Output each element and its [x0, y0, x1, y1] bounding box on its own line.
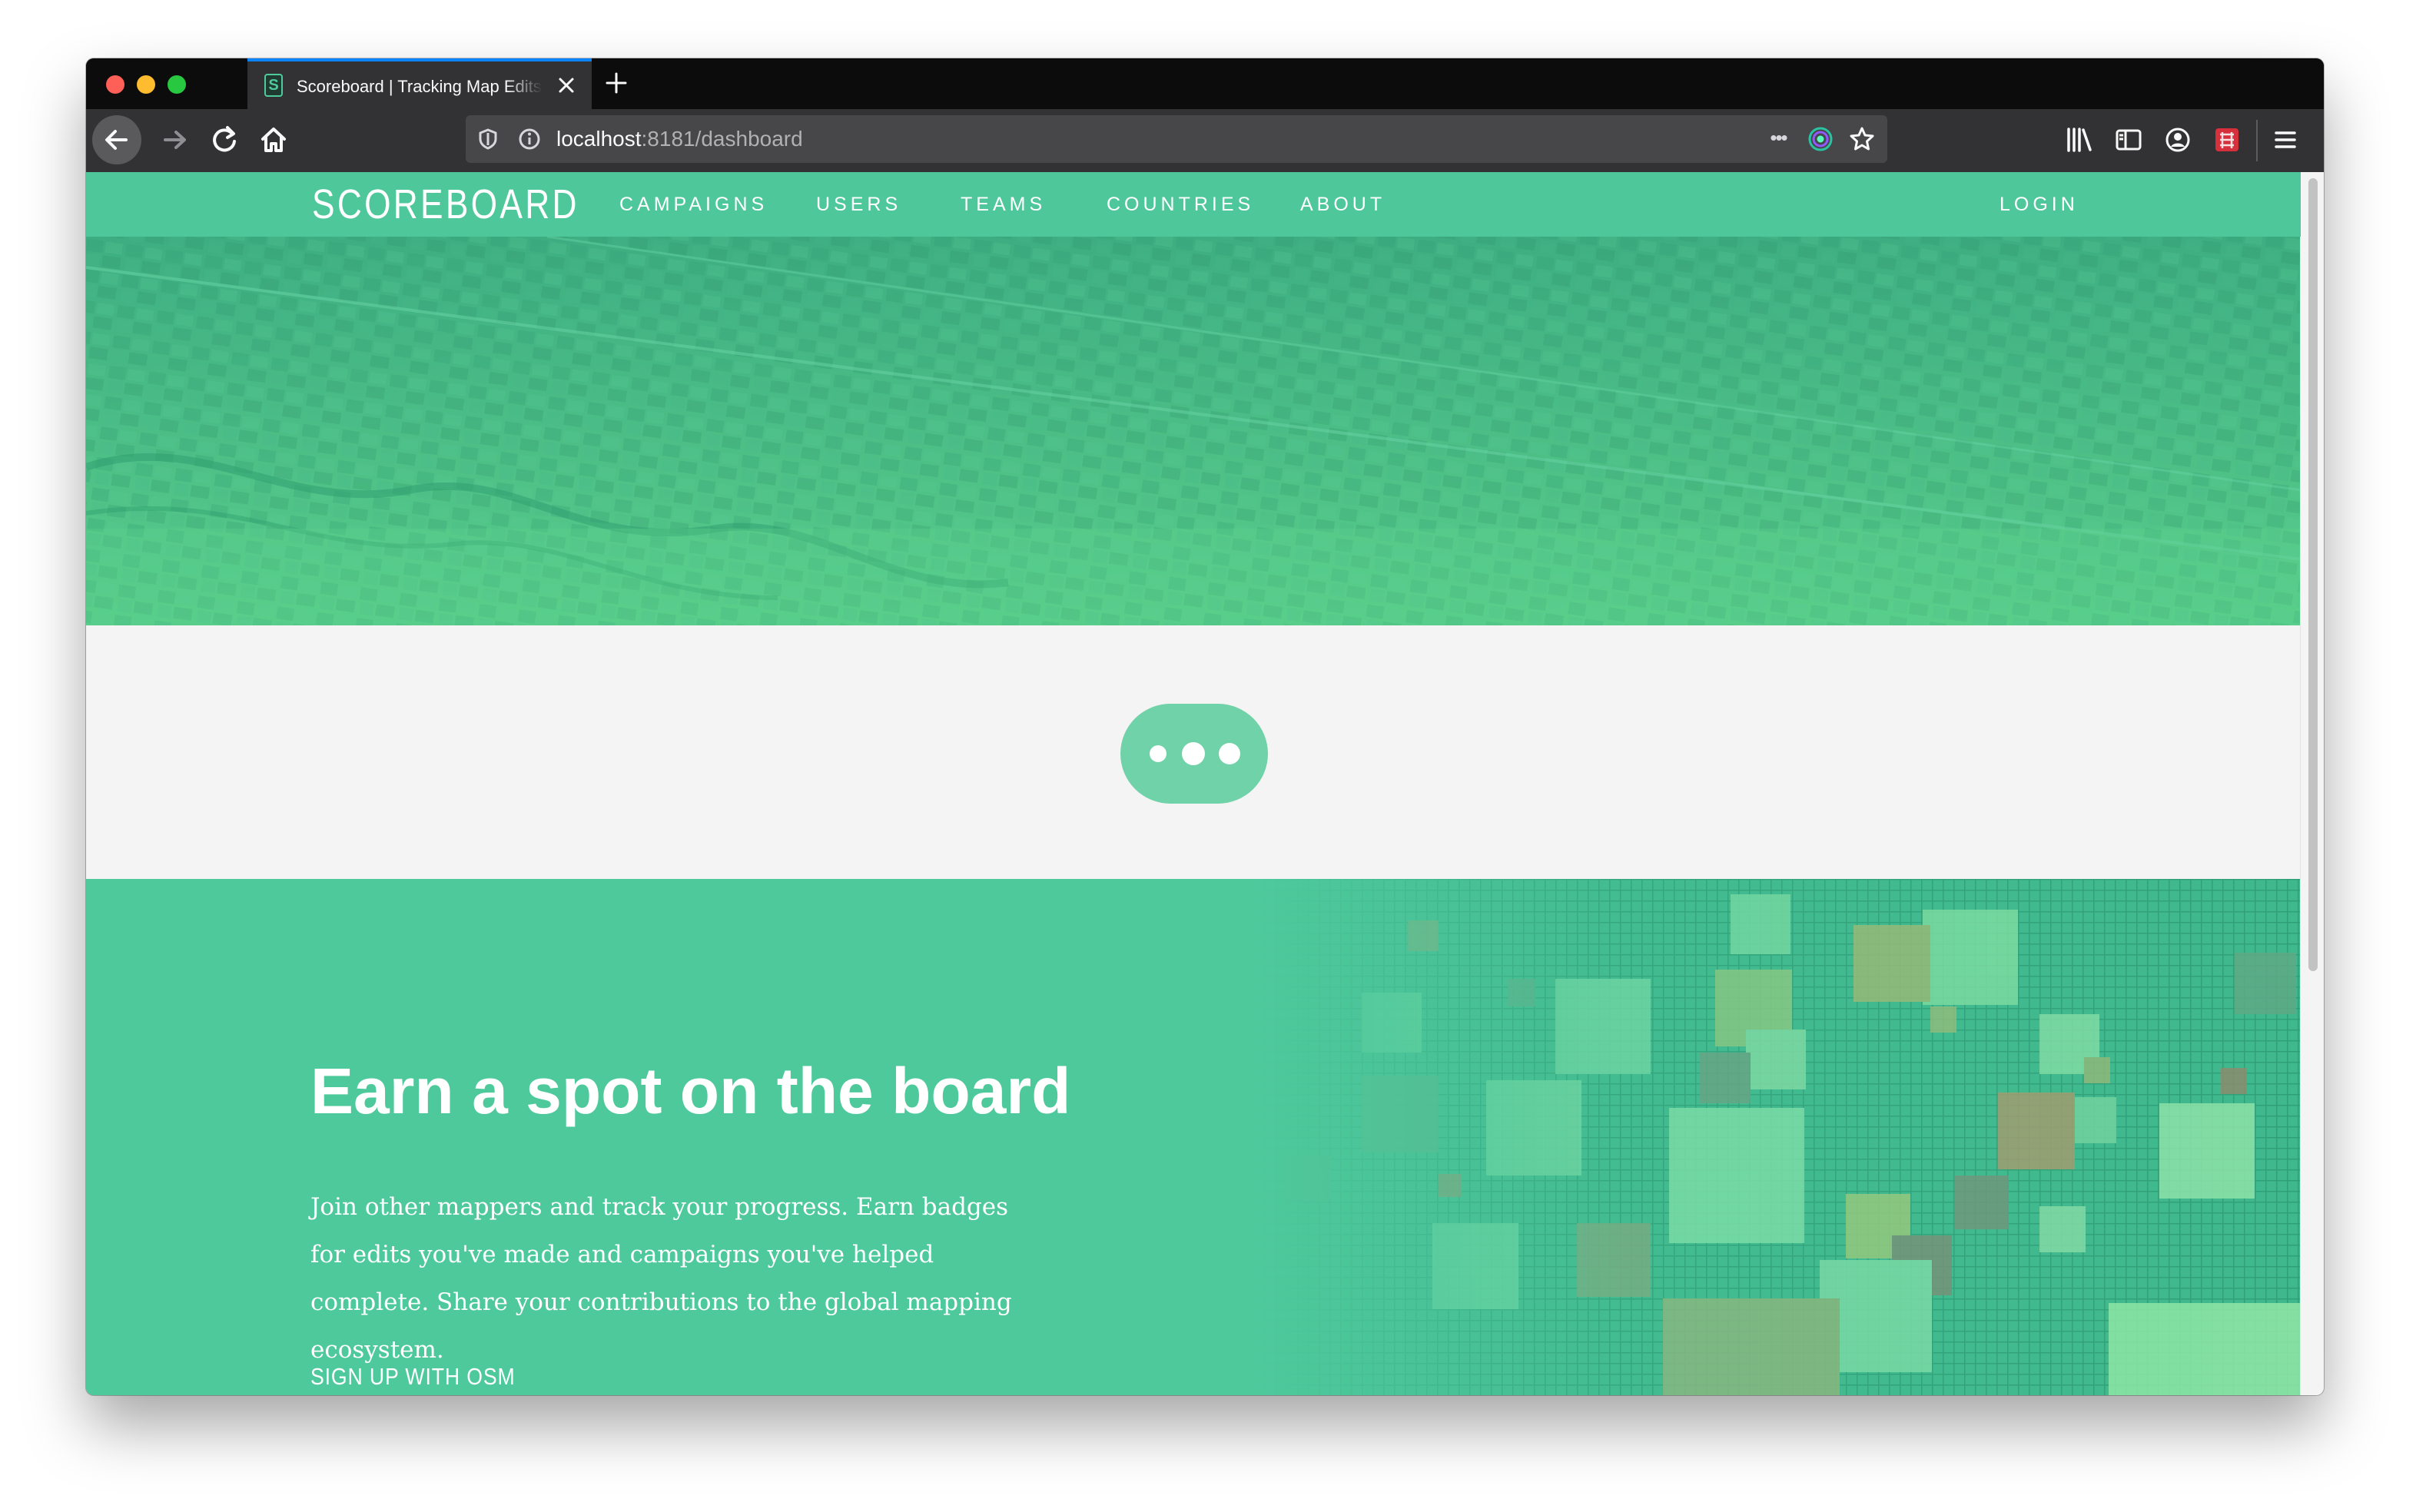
nav-teams[interactable]: TEAMS — [961, 191, 1046, 218]
signup-osm-link[interactable]: SIGN UP WITH OSM — [310, 1361, 516, 1392]
close-tab-icon[interactable] — [553, 72, 579, 98]
url-path: :8181/dashboard — [641, 127, 803, 151]
home-icon[interactable] — [251, 117, 297, 163]
nav-about[interactable]: ABOUT — [1300, 191, 1386, 218]
menu-icon[interactable] — [2268, 123, 2302, 157]
forward-arrow-icon[interactable] — [152, 117, 198, 163]
page-scrollbar[interactable] — [2300, 172, 2324, 1395]
account-icon[interactable] — [2161, 123, 2195, 157]
bookmark-star-icon[interactable] — [1847, 124, 1877, 154]
promo-body: Join other mappers and track your progre… — [310, 1193, 1012, 1364]
tab-title: Scoreboard | Tracking Map Edits — [297, 77, 542, 96]
nav-users[interactable]: USERS — [816, 191, 901, 218]
toolbar-separator — [2256, 120, 2258, 161]
browser-window: S Scoreboard | Tracking Map Edits localh… — [86, 58, 2324, 1395]
nav-campaigns[interactable]: CAMPAIGNS — [619, 191, 768, 218]
shield-icon[interactable] — [475, 126, 501, 152]
library-icon[interactable] — [2063, 123, 2096, 157]
scoreboard-favicon-icon: S — [264, 74, 283, 97]
tab-scoreboard[interactable]: S Scoreboard | Tracking Map Edits — [247, 58, 592, 109]
nav-countries[interactable]: COUNTRIES — [1107, 191, 1254, 218]
login-link[interactable]: LOGIN — [2000, 191, 2079, 218]
window-minimize-button[interactable] — [137, 75, 155, 94]
navigation-toolbar: localhost:8181/dashboard ••• — [86, 109, 2324, 172]
tab-strip: S Scoreboard | Tracking Map Edits — [86, 58, 2324, 109]
hero-satellite-banner — [86, 237, 2301, 625]
loading-section — [86, 625, 2301, 879]
tracking-icon[interactable] — [1806, 124, 1835, 154]
url-bar[interactable]: localhost:8181/dashboard ••• — [466, 115, 1887, 163]
window-maximize-button[interactable] — [168, 75, 186, 94]
info-icon[interactable] — [516, 126, 543, 152]
promo-heading: Earn a spot on the board — [310, 1055, 1071, 1127]
site-header: SCOREBOARD CAMPAIGNS USERS TEAMS COUNTRI… — [86, 172, 2301, 237]
scrollbar-thumb[interactable] — [2308, 178, 2318, 971]
brand-logo[interactable]: SCOREBOARD — [312, 180, 579, 229]
reload-icon[interactable] — [201, 117, 247, 163]
url-text[interactable]: localhost:8181/dashboard — [556, 126, 803, 152]
sidebar-icon[interactable] — [2112, 123, 2146, 157]
back-button[interactable] — [92, 115, 141, 164]
pixel-mosaic-illustration — [1254, 879, 2301, 1395]
signup-promo-section: Earn a spot on the board Join other mapp… — [86, 879, 2301, 1395]
extension-icon[interactable] — [2210, 123, 2244, 157]
back-arrow-icon — [105, 130, 128, 150]
loading-dots-icon — [1120, 704, 1268, 804]
url-host: localhost — [556, 127, 642, 151]
window-close-button[interactable] — [106, 75, 124, 94]
page-content: SCOREBOARD CAMPAIGNS USERS TEAMS COUNTRI… — [86, 172, 2324, 1395]
page-actions-icon[interactable]: ••• — [1761, 124, 1795, 154]
new-tab-icon[interactable] — [601, 68, 632, 98]
